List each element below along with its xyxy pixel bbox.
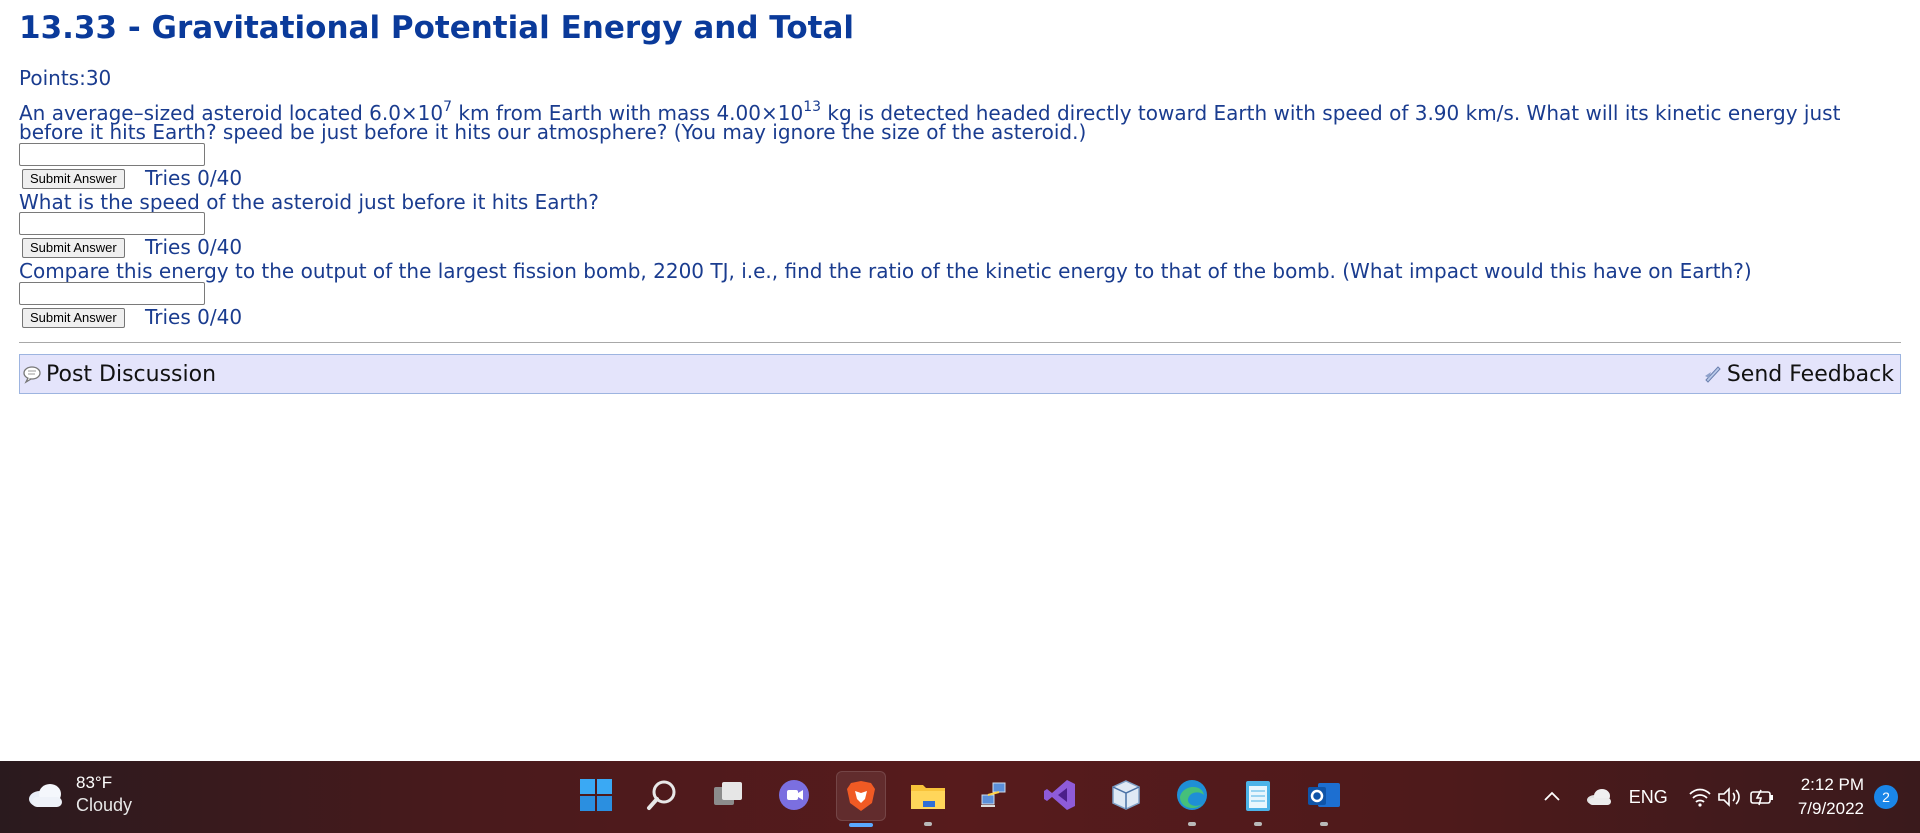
clock-date: 7/9/2022	[1797, 799, 1864, 818]
points-label: Points:30	[19, 66, 112, 90]
volume-icon[interactable]	[1716, 786, 1744, 808]
running-indicator	[924, 822, 932, 826]
active-indicator	[849, 823, 873, 827]
cloud-icon	[29, 783, 62, 807]
task-view-icon	[714, 782, 742, 805]
exponent-1: 7	[443, 99, 453, 115]
folder-icon	[911, 785, 945, 809]
battery-charging-icon[interactable]	[1748, 786, 1776, 808]
visual-studio-icon	[1044, 780, 1075, 810]
exponent-2: 13	[803, 99, 822, 115]
network-computers-icon	[981, 782, 1006, 807]
submit-answer-button-2[interactable]: Submit Answer	[22, 238, 125, 258]
answer-input-1[interactable]	[19, 143, 205, 166]
post-discussion-label: Post Discussion	[46, 361, 217, 387]
post-discussion-link[interactable]: Post Discussion	[20, 362, 222, 387]
clock-time: 2:12 PM	[1800, 775, 1864, 794]
answer-input-3[interactable]	[19, 282, 205, 305]
brave-browser-button[interactable]	[836, 771, 886, 827]
chevron-up-icon[interactable]	[1541, 786, 1563, 808]
send-feedback-link[interactable]: Send Feedback	[1701, 362, 1900, 387]
taskbar-apps	[572, 771, 1348, 827]
tries-counter-1: Tries 0/40	[145, 166, 243, 190]
virtualbox-button[interactable]	[1102, 771, 1150, 819]
system-tray: ENG 2:12 PM 7/9/2022 2	[1541, 761, 1920, 833]
clock[interactable]: 2:12 PM 7/9/2022	[1798, 773, 1864, 821]
wifi-icon[interactable]	[1688, 786, 1712, 808]
running-indicator	[1188, 822, 1196, 826]
network-app-button[interactable]	[970, 771, 1018, 819]
chat-button[interactable]	[770, 771, 818, 819]
start-button[interactable]	[572, 771, 620, 819]
weather-condition: Cloudy	[76, 795, 133, 815]
tries-counter-2: Tries 0/40	[145, 235, 243, 259]
discussion-feedback-bar: Post Discussion Send Feedback	[19, 354, 1901, 394]
page-title: 13.33 - Gravitational Potential Energy a…	[19, 10, 855, 46]
question-1: An average–sized asteroid located 6.0×10…	[19, 100, 1901, 142]
search-icon	[647, 780, 676, 810]
visual-studio-button[interactable]	[1036, 771, 1084, 819]
windows-start-icon	[580, 779, 612, 811]
virtualbox-icon	[1112, 780, 1140, 810]
edge-browser-button[interactable]	[1168, 771, 1216, 826]
submit-answer-button-3[interactable]: Submit Answer	[22, 308, 125, 328]
running-indicator	[1320, 822, 1328, 826]
send-feedback-label: Send Feedback	[1726, 361, 1894, 387]
brave-browser-icon	[847, 781, 875, 811]
task-view-button[interactable]	[704, 771, 752, 819]
submit-answer-button-1[interactable]: Submit Answer	[22, 169, 125, 189]
taskbar: 83°F Cloudy ENG 2:12 PM 7/9/2022 2	[0, 761, 1920, 833]
language-indicator[interactable]: ENG	[1629, 787, 1668, 808]
outlook-button[interactable]	[1300, 771, 1348, 826]
discussion-icon	[23, 366, 41, 384]
divider	[19, 342, 1901, 343]
weather-temp: 83°F	[76, 773, 113, 792]
weather-widget[interactable]: 83°F Cloudy	[26, 773, 132, 816]
outlook-icon	[1308, 783, 1340, 807]
notification-badge[interactable]: 2	[1874, 785, 1898, 809]
notepad-button[interactable]	[1234, 771, 1282, 826]
tries-counter-3: Tries 0/40	[145, 305, 243, 329]
search-button[interactable]	[638, 771, 686, 819]
file-explorer-button[interactable]	[904, 771, 952, 826]
question-2: What is the speed of the asteroid just b…	[19, 190, 599, 214]
notepad-icon	[1246, 781, 1270, 811]
answer-input-2[interactable]	[19, 212, 205, 235]
running-indicator	[1254, 822, 1262, 826]
chat-icon	[779, 780, 809, 810]
onedrive-cloud-icon[interactable]	[1585, 787, 1613, 807]
question-3: Compare this energy to the output of the…	[19, 259, 1752, 283]
edge-browser-icon	[1177, 780, 1207, 810]
feedback-icon	[1704, 366, 1721, 383]
